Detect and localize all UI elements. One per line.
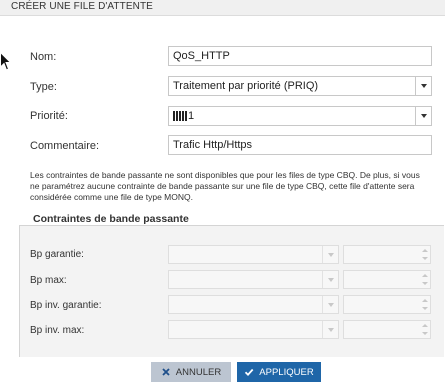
- cancel-button[interactable]: ANNULER: [151, 362, 231, 382]
- priority-value: 1: [188, 110, 195, 122]
- comment-value: Trafic Http/Https: [173, 139, 253, 151]
- bp-inv-guaranteed-label: Bp inv. garantie:: [30, 300, 102, 311]
- comment-input[interactable]: Trafic Http/Https: [168, 135, 432, 155]
- spin-up-icon[interactable]: [422, 249, 428, 252]
- check-icon: [245, 368, 254, 377]
- priority-label: Priorité:: [30, 110, 68, 122]
- spin-up-icon[interactable]: [422, 324, 428, 327]
- type-value: Traitement par priorité (PRIQ): [173, 80, 319, 92]
- bp-inv-max-unit-select[interactable]: [168, 320, 339, 339]
- bp-guaranteed-unit-select[interactable]: [168, 245, 339, 264]
- bandwidth-group-title: Contraintes de bande passante: [30, 213, 192, 225]
- dialog-title: CRÉER UNE FILE D'ATTENTE: [11, 1, 153, 12]
- chevron-down-icon[interactable]: [322, 296, 338, 313]
- bp-max-value-stepper[interactable]: [343, 270, 431, 289]
- bandwidth-note: Les contraintes de bande passante ne son…: [30, 170, 420, 202]
- cancel-button-label: ANNULER: [175, 366, 222, 378]
- name-label: Nom:: [30, 51, 57, 63]
- spin-down-icon[interactable]: [422, 282, 428, 285]
- bp-guaranteed-value-stepper[interactable]: [343, 245, 431, 264]
- type-select[interactable]: Traitement par priorité (PRIQ): [168, 76, 432, 96]
- name-input[interactable]: QoS_HTTP: [168, 46, 432, 66]
- comment-label: Commentaire:: [30, 140, 100, 152]
- bp-inv-max-label: Bp inv. max:: [30, 325, 85, 336]
- chevron-down-icon[interactable]: [322, 321, 338, 338]
- mouse-pointer-icon: [0, 52, 11, 71]
- spin-up-icon[interactable]: [422, 299, 428, 302]
- apply-button[interactable]: APPLIQUER: [237, 362, 321, 382]
- priority-bars-icon: [173, 111, 187, 122]
- chevron-down-icon[interactable]: [415, 107, 431, 125]
- priority-select[interactable]: 1: [168, 106, 432, 126]
- spin-down-icon[interactable]: [422, 332, 428, 335]
- spin-down-icon[interactable]: [422, 257, 428, 260]
- chevron-down-icon[interactable]: [322, 271, 338, 288]
- spin-up-icon[interactable]: [422, 274, 428, 277]
- bp-inv-guaranteed-unit-select[interactable]: [168, 295, 339, 314]
- close-icon: [162, 368, 170, 376]
- type-label: Type:: [30, 81, 57, 93]
- bp-inv-guaranteed-value-stepper[interactable]: [343, 295, 431, 314]
- bp-inv-max-value-stepper[interactable]: [343, 320, 431, 339]
- bp-max-label: Bp max:: [30, 275, 67, 286]
- chevron-down-icon[interactable]: [415, 77, 431, 95]
- name-value: QoS_HTTP: [173, 50, 230, 62]
- chevron-down-icon[interactable]: [322, 246, 338, 263]
- bp-max-unit-select[interactable]: [168, 270, 339, 289]
- bp-guaranteed-label: Bp garantie:: [30, 249, 84, 260]
- spin-down-icon[interactable]: [422, 307, 428, 310]
- dialog-title-bar: CRÉER UNE FILE D'ATTENTE: [0, 0, 445, 16]
- apply-button-label: APPLIQUER: [259, 366, 314, 378]
